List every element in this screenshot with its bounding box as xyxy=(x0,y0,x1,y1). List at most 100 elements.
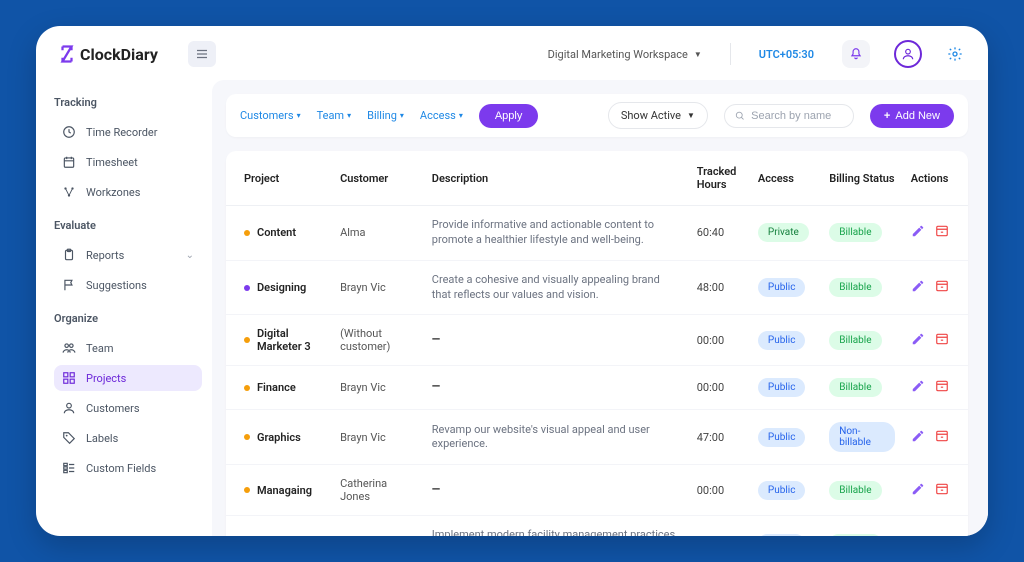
sidebar-item-labels[interactable]: Labels xyxy=(54,425,202,451)
app-shell: ClockDiary Digital Marketing Workspace ▼… xyxy=(36,26,988,536)
access-cell: Public xyxy=(750,465,821,516)
archive-icon xyxy=(935,482,949,496)
sidebar: TrackingTime RecorderTimesheetWorkzonesE… xyxy=(36,80,212,536)
sidebar-item-label: Team xyxy=(86,342,114,355)
hours-cell: 00:00 xyxy=(689,366,750,410)
filter-label: Customers xyxy=(240,109,294,122)
filter-access[interactable]: Access ▾ xyxy=(420,109,463,122)
actions-cell xyxy=(911,429,950,446)
filter-customers[interactable]: Customers ▾ xyxy=(240,109,301,122)
table-row: ManagaingCatherina Jones—00:00PublicBill… xyxy=(226,465,968,516)
sidebar-item-label: Reports xyxy=(86,249,124,262)
edit-button[interactable] xyxy=(911,379,925,396)
sidebar-item-reports[interactable]: Reports ⌄ xyxy=(54,242,202,268)
edit-button[interactable] xyxy=(911,332,925,349)
sidebar-item-timesheet[interactable]: Timesheet xyxy=(54,149,202,175)
sidebar-item-team[interactable]: Team xyxy=(54,335,202,361)
sidebar-item-time-recorder[interactable]: Time Recorder xyxy=(54,119,202,145)
notifications-button[interactable] xyxy=(842,40,870,68)
workspace-selector[interactable]: Digital Marketing Workspace ▼ xyxy=(548,48,702,61)
grid-icon xyxy=(62,371,76,385)
add-new-button[interactable]: +Add New xyxy=(870,104,954,128)
billing-badge: Billable xyxy=(829,534,881,536)
archive-button[interactable] xyxy=(935,379,949,396)
pencil-icon xyxy=(911,482,925,496)
customer-cell: Brayn Vic xyxy=(332,260,424,315)
nodes-icon xyxy=(62,185,76,199)
sidebar-group-title: Organize xyxy=(54,312,202,325)
user-avatar-button[interactable] xyxy=(894,40,922,68)
project-name: Managaing xyxy=(257,484,312,497)
tag-icon xyxy=(62,431,76,445)
archive-icon xyxy=(935,535,949,536)
billing-badge: Billable xyxy=(829,378,881,397)
divider xyxy=(730,43,731,65)
edit-button[interactable] xyxy=(911,279,925,296)
archive-button[interactable] xyxy=(935,429,949,446)
table-row: Designing Brayn VicCreate a cohesive and … xyxy=(226,260,968,315)
sidebar-item-projects[interactable]: Projects xyxy=(54,365,202,391)
billing-badge: Non-billable xyxy=(829,422,895,452)
project-color-dot xyxy=(244,285,250,291)
timezone-label[interactable]: UTC+05:30 xyxy=(759,48,814,61)
hamburger-menu-button[interactable] xyxy=(188,41,216,67)
table-row: GraphicsBrayn VicRevamp our website's vi… xyxy=(226,410,968,465)
actions-cell xyxy=(911,379,950,396)
main-content: Customers ▾ Team ▾ Billing ▾ Access ▾ Apply S… xyxy=(212,80,988,536)
hours-cell: 48:00 xyxy=(689,260,750,315)
edit-button[interactable] xyxy=(911,429,925,446)
project-color-dot xyxy=(244,337,250,343)
archive-button[interactable] xyxy=(935,482,949,499)
filter-team[interactable]: Team ▾ xyxy=(317,109,352,122)
customer-cell: (Without customer) xyxy=(332,315,424,366)
actions-cell xyxy=(911,535,950,536)
project-cell: Digital Marketer 3 xyxy=(244,327,324,353)
sidebar-item-label: Customers xyxy=(86,402,140,415)
actions-cell xyxy=(911,224,950,241)
archive-button[interactable] xyxy=(935,332,949,349)
projects-table: Project Customer Description Tracked Hou… xyxy=(226,151,968,536)
th-hours: Tracked Hours xyxy=(689,151,750,206)
hamburger-icon xyxy=(196,49,208,59)
pencil-icon xyxy=(911,379,925,393)
projects-table-wrap: Project Customer Description Tracked Hou… xyxy=(226,151,968,536)
actions-cell xyxy=(911,332,950,349)
apply-button[interactable]: Apply xyxy=(479,104,539,128)
th-actions: Actions xyxy=(903,151,968,206)
billing-badge: Billable xyxy=(829,331,881,350)
filter-billing[interactable]: Billing ▾ xyxy=(367,109,404,122)
hours-cell: 00:00 xyxy=(689,315,750,366)
access-badge: Public xyxy=(758,534,806,536)
sidebar-item-label: Workzones xyxy=(86,186,140,199)
customer-cell: Brayn Vic xyxy=(332,366,424,410)
archive-button[interactable] xyxy=(935,224,949,241)
sidebar-item-label: Labels xyxy=(86,432,118,445)
filter-label: Team xyxy=(317,109,345,122)
sidebar-item-custom-fields[interactable]: Custom Fields xyxy=(54,455,202,481)
show-active-dropdown[interactable]: Show Active ▼ xyxy=(608,102,708,129)
chevron-down-icon: ▼ xyxy=(687,111,695,120)
sidebar-item-customers[interactable]: Customers xyxy=(54,395,202,421)
settings-button[interactable] xyxy=(944,43,966,65)
edit-button[interactable] xyxy=(911,482,925,499)
description-cell: Create a cohesive and visually appealing… xyxy=(424,260,689,315)
billing-cell: Billable xyxy=(821,465,903,516)
edit-button[interactable] xyxy=(911,535,925,536)
sidebar-item-workzones[interactable]: Workzones xyxy=(54,179,202,205)
hours-cell: 60:40 xyxy=(689,206,750,261)
chevron-down-icon: ⌄ xyxy=(186,250,194,261)
edit-button[interactable] xyxy=(911,224,925,241)
sidebar-item-label: Projects xyxy=(86,372,126,385)
description-cell: Provide informative and actionable conte… xyxy=(424,206,689,261)
search-box[interactable] xyxy=(724,104,854,128)
project-cell: Designing xyxy=(244,281,324,294)
archive-button[interactable] xyxy=(935,535,949,536)
th-project: Project xyxy=(226,151,332,206)
search-input[interactable] xyxy=(751,110,843,122)
archive-button[interactable] xyxy=(935,279,949,296)
table-row: ManagementJamieImplement modern facility… xyxy=(226,516,968,536)
sidebar-item-suggestions[interactable]: Suggestions xyxy=(54,272,202,298)
pencil-icon xyxy=(911,332,925,346)
person-icon xyxy=(62,401,76,415)
pencil-icon xyxy=(911,429,925,443)
